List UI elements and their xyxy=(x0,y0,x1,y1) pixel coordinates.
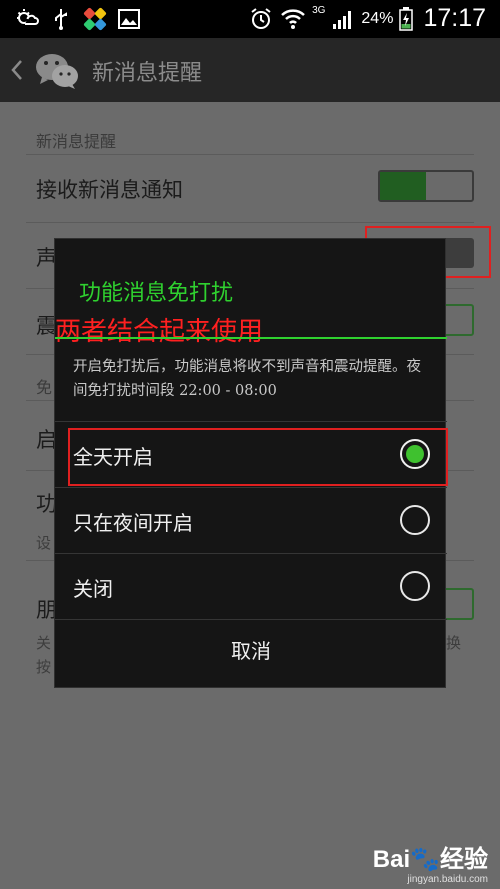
option-divider xyxy=(55,421,447,422)
dialog-title: 功能消息免打扰 xyxy=(79,281,234,306)
function-dnd-subtext: 设 xyxy=(36,534,52,552)
network-type: 3G xyxy=(312,5,326,16)
annotation-box-all-day xyxy=(68,428,448,486)
watermark-brand: Bai🐾经验 xyxy=(372,846,488,873)
signal-icon xyxy=(333,10,352,29)
option-label: 关闭 xyxy=(73,577,113,601)
battery-charging-icon xyxy=(399,6,414,31)
wechat-icon xyxy=(36,54,78,89)
wifi-icon xyxy=(281,8,305,29)
battery-percent: 24% xyxy=(361,9,394,27)
status-bar: 3G 24% 17:17 xyxy=(0,0,500,38)
section-header-new-message: 新消息提醒 xyxy=(36,132,117,151)
gallery-icon xyxy=(118,9,140,29)
option-divider xyxy=(55,487,447,488)
option-divider xyxy=(55,553,447,554)
receive-notification-label: 接收新消息通知 xyxy=(36,178,183,202)
row-divider xyxy=(26,222,474,223)
page-title: 新消息提醒 xyxy=(92,61,203,86)
dialog-description: 开启免打扰后，功能消息将收不到声音和震动提醒。夜间免打扰时间段 22:00 - … xyxy=(73,359,421,399)
baidu-jingyan-watermark: Bai🐾经验 jingyan.baidu.com xyxy=(373,839,488,885)
option-label: 只在夜间开启 xyxy=(73,511,193,535)
status-icons-left xyxy=(14,6,142,32)
watermark-url: jingyan.baidu.com xyxy=(407,874,488,885)
radio-unselected-icon[interactable] xyxy=(400,505,430,535)
section-header-dnd: 免 xyxy=(36,378,53,397)
moments-subtext-1: 关 xyxy=(36,634,52,652)
usb-icon xyxy=(55,9,67,30)
moments-subtext-1-end: 换 xyxy=(446,634,462,652)
alarm-icon xyxy=(251,7,271,29)
weather-icon xyxy=(17,9,39,25)
clock: 17:17 xyxy=(423,4,486,32)
status-icons-right: 3G 24% 17:17 xyxy=(248,4,486,33)
option-divider xyxy=(55,619,447,620)
app-flower-icon xyxy=(83,7,107,31)
action-bar: 新消息提醒 xyxy=(0,38,500,102)
section-divider xyxy=(26,154,474,155)
cancel-button[interactable]: 取消 xyxy=(55,635,447,664)
radio-unselected-icon[interactable] xyxy=(400,571,430,601)
receive-notification-toggle[interactable] xyxy=(378,170,474,202)
annotation-text: 两者结合起来使用 xyxy=(55,317,264,347)
moments-subtext-2: 按 xyxy=(36,658,52,676)
dialog-title-underline xyxy=(55,337,447,339)
back-arrow-icon[interactable] xyxy=(10,58,24,82)
